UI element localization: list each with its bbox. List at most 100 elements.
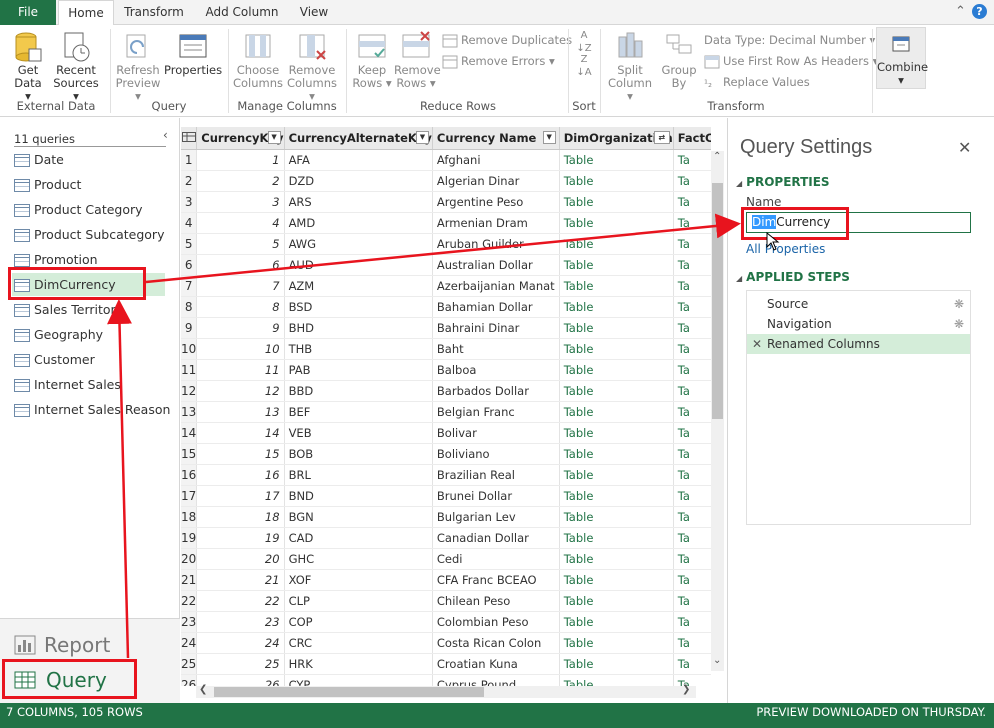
column-header-dimorganization[interactable]: DimOrganization ⇄	[559, 127, 674, 150]
table-cell[interactable]: Ta	[673, 485, 711, 507]
recent-sources-button[interactable]: Recent Sources ▾	[52, 31, 100, 103]
table-cell[interactable]: Table	[559, 485, 674, 507]
step-source[interactable]: Source ❋	[747, 294, 970, 314]
table-cell[interactable]: 22	[196, 590, 285, 612]
table-cell[interactable]: CYP	[284, 674, 433, 686]
table-cell[interactable]: 15	[196, 443, 285, 465]
table-row[interactable]: 21 21 XOF CFA Franc BCEAO Table Ta	[181, 569, 711, 591]
table-cell[interactable]: Ta	[673, 191, 711, 213]
table-cell[interactable]: Table	[559, 191, 674, 213]
column-header-currencykey[interactable]: CurrencyKey ▼	[196, 127, 285, 150]
table-row[interactable]: 13 13 BEF Belgian Franc Table Ta	[181, 401, 711, 423]
sort-descending-button[interactable]: Z ↓A	[574, 53, 594, 79]
table-cell[interactable]: COP	[284, 611, 433, 633]
table-cell[interactable]: Ta	[673, 548, 711, 570]
table-cell[interactable]: BGN	[284, 506, 433, 528]
table-cell[interactable]: Table	[559, 380, 674, 402]
table-cell[interactable]: Table	[559, 611, 674, 633]
table-cell[interactable]: Belgian Franc	[432, 401, 560, 423]
scroll-up-icon[interactable]: ⌃	[713, 151, 721, 162]
table-cell[interactable]: Ta	[673, 443, 711, 465]
table-cell[interactable]: Ta	[673, 653, 711, 675]
table-cell[interactable]: BEF	[284, 401, 433, 423]
horizontal-scroll-thumb[interactable]	[214, 687, 484, 697]
table-row[interactable]: 7 7 AZM Azerbaijanian Manat Table Ta	[181, 275, 711, 297]
table-cell[interactable]: Table	[559, 401, 674, 423]
table-cell[interactable]: 13	[196, 401, 285, 423]
table-cell[interactable]: 8	[196, 296, 285, 318]
applied-steps-section-header[interactable]: ◢ APPLIED STEPS	[736, 270, 850, 284]
table-cell[interactable]: BSD	[284, 296, 433, 318]
table-cell[interactable]: Armenian Dram	[432, 212, 560, 234]
table-row[interactable]: 2 2 DZD Algerian Dinar Table Ta	[181, 170, 711, 192]
table-row[interactable]: 1 1 AFA Afghani Table Ta	[181, 149, 711, 171]
query-item[interactable]: Product Category	[14, 198, 164, 221]
table-cell[interactable]: Ta	[673, 254, 711, 276]
table-cell[interactable]: HRK	[284, 653, 433, 675]
table-cell[interactable]: Table	[559, 338, 674, 360]
table-row[interactable]: 16 16 BRL Brazilian Real Table Ta	[181, 464, 711, 486]
table-cell[interactable]: CRC	[284, 632, 433, 654]
table-cell[interactable]: Ta	[673, 527, 711, 549]
table-cell[interactable]: Cedi	[432, 548, 560, 570]
table-cell[interactable]: Table	[559, 506, 674, 528]
scroll-right-icon[interactable]: ❯	[682, 684, 690, 695]
table-cell[interactable]: 18	[196, 506, 285, 528]
query-item[interactable]: Internet Sales	[14, 373, 164, 396]
table-cell[interactable]: Ta	[673, 317, 711, 339]
scroll-left-icon[interactable]: ❮	[199, 684, 207, 695]
table-cell[interactable]: 4	[196, 212, 285, 234]
table-cell[interactable]: Table	[559, 632, 674, 654]
collapse-pane-icon[interactable]: ‹	[163, 128, 168, 142]
table-row[interactable]: 6 6 AUD Australian Dollar Table Ta	[181, 254, 711, 276]
table-row[interactable]: 25 25 HRK Croatian Kuna Table Ta	[181, 653, 711, 675]
table-cell[interactable]: Table	[559, 317, 674, 339]
combine-button[interactable]: Combine ▾	[876, 27, 928, 89]
table-cell[interactable]: Table	[559, 170, 674, 192]
table-row[interactable]: 5 5 AWG Aruban Guilder Table Ta	[181, 233, 711, 255]
table-cell[interactable]: BRL	[284, 464, 433, 486]
table-cell[interactable]: 7	[196, 275, 285, 297]
table-cell[interactable]: Costa Rican Colon	[432, 632, 560, 654]
table-cell[interactable]: Bolivar	[432, 422, 560, 444]
table-cell[interactable]: Bahamian Dollar	[432, 296, 560, 318]
table-row[interactable]: 8 8 BSD Bahamian Dollar Table Ta	[181, 296, 711, 318]
table-cell[interactable]: CAD	[284, 527, 433, 549]
table-cell[interactable]: Table	[559, 149, 674, 171]
remove-duplicates-button[interactable]: Remove Duplicates	[442, 31, 572, 49]
table-cell[interactable]: 10	[196, 338, 285, 360]
query-item[interactable]: Geography	[14, 323, 164, 346]
sort-ascending-button[interactable]: A ↓Z	[574, 29, 594, 55]
filter-dropdown-icon[interactable]: ▼	[267, 131, 281, 144]
table-cell[interactable]: Table	[559, 233, 674, 255]
all-properties-link[interactable]: All Properties	[746, 242, 825, 256]
table-cell[interactable]: DZD	[284, 170, 433, 192]
table-cell[interactable]: Table	[559, 548, 674, 570]
table-row[interactable]: 26 26 CYP Cyprus Pound Table Ta	[181, 674, 711, 686]
table-cell[interactable]: Azerbaijanian Manat	[432, 275, 560, 297]
table-cell[interactable]: 17	[196, 485, 285, 507]
table-row[interactable]: 19 19 CAD Canadian Dollar Table Ta	[181, 527, 711, 549]
tab-home[interactable]: Home	[58, 0, 114, 26]
properties-section-header[interactable]: ◢ PROPERTIES	[736, 175, 830, 189]
scroll-down-icon[interactable]: ⌄	[713, 655, 721, 666]
table-menu-icon[interactable]	[181, 127, 198, 150]
table-cell[interactable]: Australian Dollar	[432, 254, 560, 276]
table-cell[interactable]: GHC	[284, 548, 433, 570]
keep-rows-button[interactable]: Keep Rows ▾	[352, 31, 392, 90]
step-navigation[interactable]: Navigation ❋	[747, 314, 970, 334]
table-cell[interactable]: PAB	[284, 359, 433, 381]
table-cell[interactable]: Boliviano	[432, 443, 560, 465]
table-cell[interactable]: Ta	[673, 170, 711, 192]
table-cell[interactable]: 24	[196, 632, 285, 654]
table-cell[interactable]: BND	[284, 485, 433, 507]
table-cell[interactable]: Ta	[673, 338, 711, 360]
get-data-button[interactable]: Get Data ▾	[10, 31, 46, 103]
table-cell[interactable]: Table	[559, 653, 674, 675]
table-cell[interactable]: Baht	[432, 338, 560, 360]
table-cell[interactable]: Colombian Peso	[432, 611, 560, 633]
table-cell[interactable]: AWG	[284, 233, 433, 255]
remove-rows-button[interactable]: Remove Rows ▾	[394, 31, 441, 90]
table-row[interactable]: 15 15 BOB Boliviano Table Ta	[181, 443, 711, 465]
gear-icon[interactable]: ❋	[954, 294, 964, 314]
